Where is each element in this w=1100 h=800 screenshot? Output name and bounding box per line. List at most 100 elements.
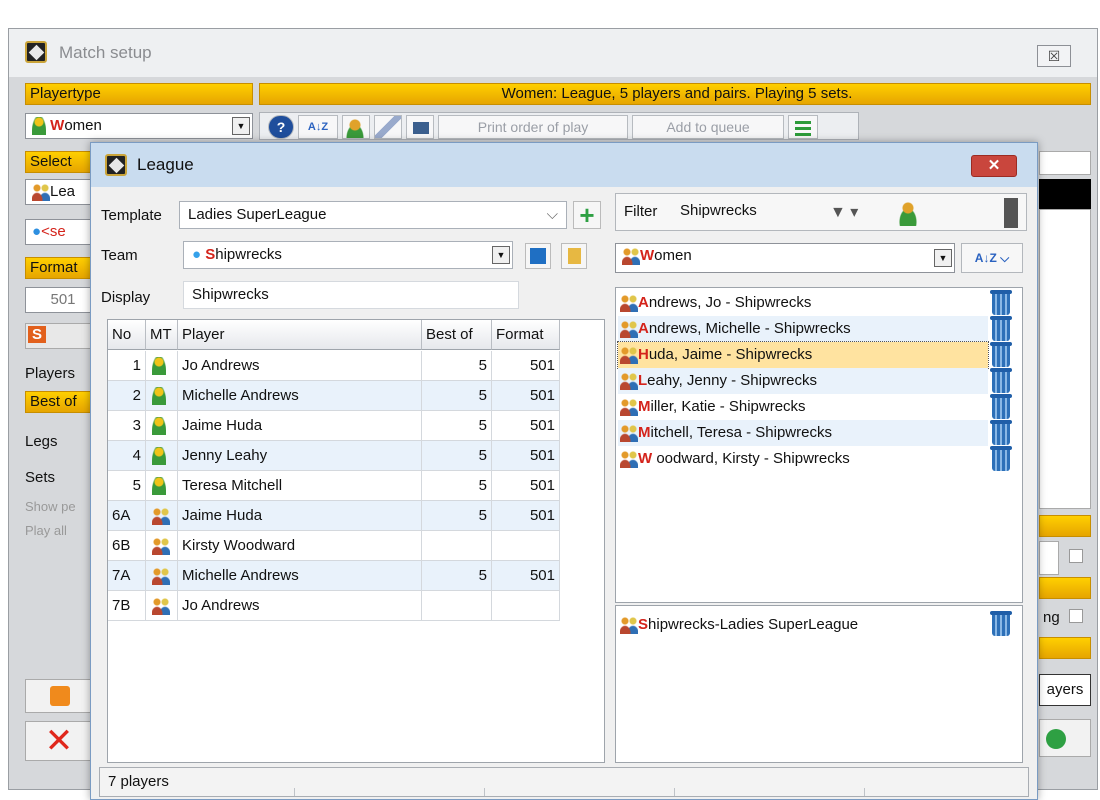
refresh-button[interactable] [25, 679, 93, 713]
format-value[interactable]: 501 [25, 287, 95, 313]
table-row[interactable]: 2 Michelle Andrews 5 501 [108, 381, 560, 411]
format-cell: 501 [492, 561, 560, 591]
selection-combo[interactable]: ●<se [25, 219, 95, 245]
format-label: Format [25, 257, 95, 279]
format-cell: 501 [492, 501, 560, 531]
add-template-icon[interactable]: + [573, 201, 601, 229]
chevron-down-icon[interactable]: ▼ [232, 117, 250, 135]
table-row[interactable]: 1 Jo Andrews 5 501 [108, 351, 560, 381]
pair-icon [622, 247, 640, 266]
add-to-queue-button[interactable]: Add to queue [632, 115, 784, 139]
template-select[interactable]: Ladies SuperLeague ⌵ [179, 201, 567, 229]
trash-icon[interactable] [990, 446, 1012, 471]
filter-playertype-select[interactable]: Women ▼ [615, 243, 955, 273]
sets-toggle[interactable]: S [25, 323, 95, 349]
status-separator [674, 788, 675, 796]
player-initial: M [638, 424, 651, 441]
player-cell: Jenny Leahy [178, 441, 422, 471]
team-select[interactable]: ● Shipwrecks ▼ [183, 241, 513, 269]
right-input[interactable] [1039, 541, 1059, 575]
trash-icon[interactable] [990, 342, 1012, 367]
col-header-no[interactable]: No [108, 320, 146, 350]
list-icon[interactable] [788, 115, 818, 139]
league-dialog: League ✕ Template Ladies SuperLeague ⌵ + … [90, 142, 1038, 800]
player-initial: A [638, 320, 649, 337]
display-field[interactable]: Shipwrecks [183, 281, 519, 309]
template-value: Ladies SuperLeague [188, 206, 327, 223]
add-player-icon[interactable] [896, 200, 922, 226]
player-initial: W [638, 450, 653, 467]
right-label-ng: ng [1043, 609, 1060, 626]
list-item[interactable]: W oodward, Kirsty - Shipwrecks [618, 446, 988, 472]
trash-icon[interactable] [990, 420, 1012, 445]
close-window-button[interactable]: ☒ [1037, 45, 1071, 67]
chevron-down-icon[interactable]: ⌵ [547, 202, 558, 228]
list-item[interactable]: Leahy, Jenny - Shipwrecks [618, 368, 988, 394]
sort-players-icon[interactable]: A↓Z ⌵ [961, 243, 1023, 273]
no-cell: 6B [108, 531, 146, 561]
table-row[interactable]: 5 Teresa Mitchell 5 501 [108, 471, 560, 501]
status-separator [864, 788, 865, 796]
team-template-item[interactable]: Shipwrecks-Ladies SuperLeague [618, 612, 988, 638]
start-button[interactable] [1039, 719, 1091, 757]
col-header-format[interactable]: Format [492, 320, 560, 350]
right-field [1039, 151, 1091, 175]
trash-icon[interactable] [990, 290, 1012, 315]
no-cell: 3 [108, 411, 146, 441]
dialog-close-button[interactable]: ✕ [971, 155, 1017, 177]
right-checkbox-1[interactable] [1069, 549, 1083, 563]
player-name: iller, Katie - Shipwrecks [650, 398, 806, 415]
playertype-select[interactable]: Women ▼ [25, 113, 253, 139]
player-name: uda, Jaime - Shipwrecks [648, 346, 813, 363]
trash-icon[interactable] [990, 368, 1012, 393]
go-icon [1046, 729, 1066, 749]
print-order-button[interactable]: Print order of play [438, 115, 628, 139]
col-header-player[interactable]: Player [178, 320, 422, 350]
league-select[interactable]: Lea [25, 179, 95, 205]
eraser-icon[interactable] [374, 115, 402, 139]
filter-input[interactable]: Shipwrecks [672, 198, 822, 226]
funnel-icon[interactable]: ▼ ▾ [830, 202, 870, 224]
trash-icon[interactable] [990, 394, 1012, 419]
circle-icon: ● [192, 246, 202, 263]
table-row[interactable]: 3 Jaime Huda 5 501 [108, 411, 560, 441]
player-name: oodward, Kirsty - Shipwrecks [652, 450, 850, 467]
players-button[interactable]: ayers [1039, 674, 1091, 706]
sort-az-icon[interactable]: A↓Z [298, 115, 338, 139]
match-order-grid: No MT Player Best of Format 1 Jo Andrews 5… [107, 319, 605, 763]
trash-icon[interactable] [990, 316, 1012, 341]
player-initial: A [638, 294, 649, 311]
status-separator [294, 788, 295, 796]
list-item[interactable]: Huda, Jaime - Shipwrecks [617, 341, 989, 369]
right-checkbox-2[interactable] [1069, 609, 1083, 623]
col-header-mt[interactable]: MT [146, 320, 178, 350]
list-item[interactable]: Andrews, Jo - Shipwrecks [618, 290, 988, 316]
list-item[interactable]: Andrews, Michelle - Shipwrecks [618, 316, 988, 342]
dialog-title: League [137, 155, 194, 174]
display-label: Display [101, 289, 151, 306]
add-player-icon[interactable] [342, 115, 370, 139]
player-name: eahy, Jenny - Shipwrecks [647, 372, 817, 389]
chevron-down-icon[interactable]: ▼ [492, 246, 510, 264]
no-cell: 7B [108, 591, 146, 621]
print-icon[interactable] [406, 115, 434, 139]
toolbar-overflow-icon[interactable] [1004, 198, 1018, 228]
no-cell: 1 [108, 351, 146, 381]
col-header-best-of[interactable]: Best of [422, 320, 492, 350]
list-item[interactable]: Miller, Katie - Shipwrecks [618, 394, 988, 420]
table-row[interactable]: 7A Michelle Andrews 5 501 [108, 561, 560, 591]
list-item[interactable]: Mitchell, Teresa - Shipwrecks [618, 420, 988, 446]
save-icon[interactable] [525, 243, 551, 269]
table-row[interactable]: 4 Jenny Leahy 5 501 [108, 441, 560, 471]
table-row[interactable]: 6A Jaime Huda 5 501 [108, 501, 560, 531]
table-row[interactable]: 7B Jo Andrews [108, 591, 560, 621]
playertype-value: omen [654, 247, 692, 264]
chevron-down-icon[interactable]: ▼ [934, 249, 952, 267]
cancel-button[interactable]: ✕ [25, 721, 93, 761]
trash-icon[interactable] [990, 611, 1012, 636]
paste-icon[interactable] [561, 243, 587, 269]
filter-toolbar: Filter Shipwrecks ▼ ▾ [615, 193, 1027, 231]
help-icon[interactable]: ? [268, 115, 294, 139]
pair-icon [152, 567, 170, 586]
table-row[interactable]: 6B Kirsty Woodward [108, 531, 560, 561]
